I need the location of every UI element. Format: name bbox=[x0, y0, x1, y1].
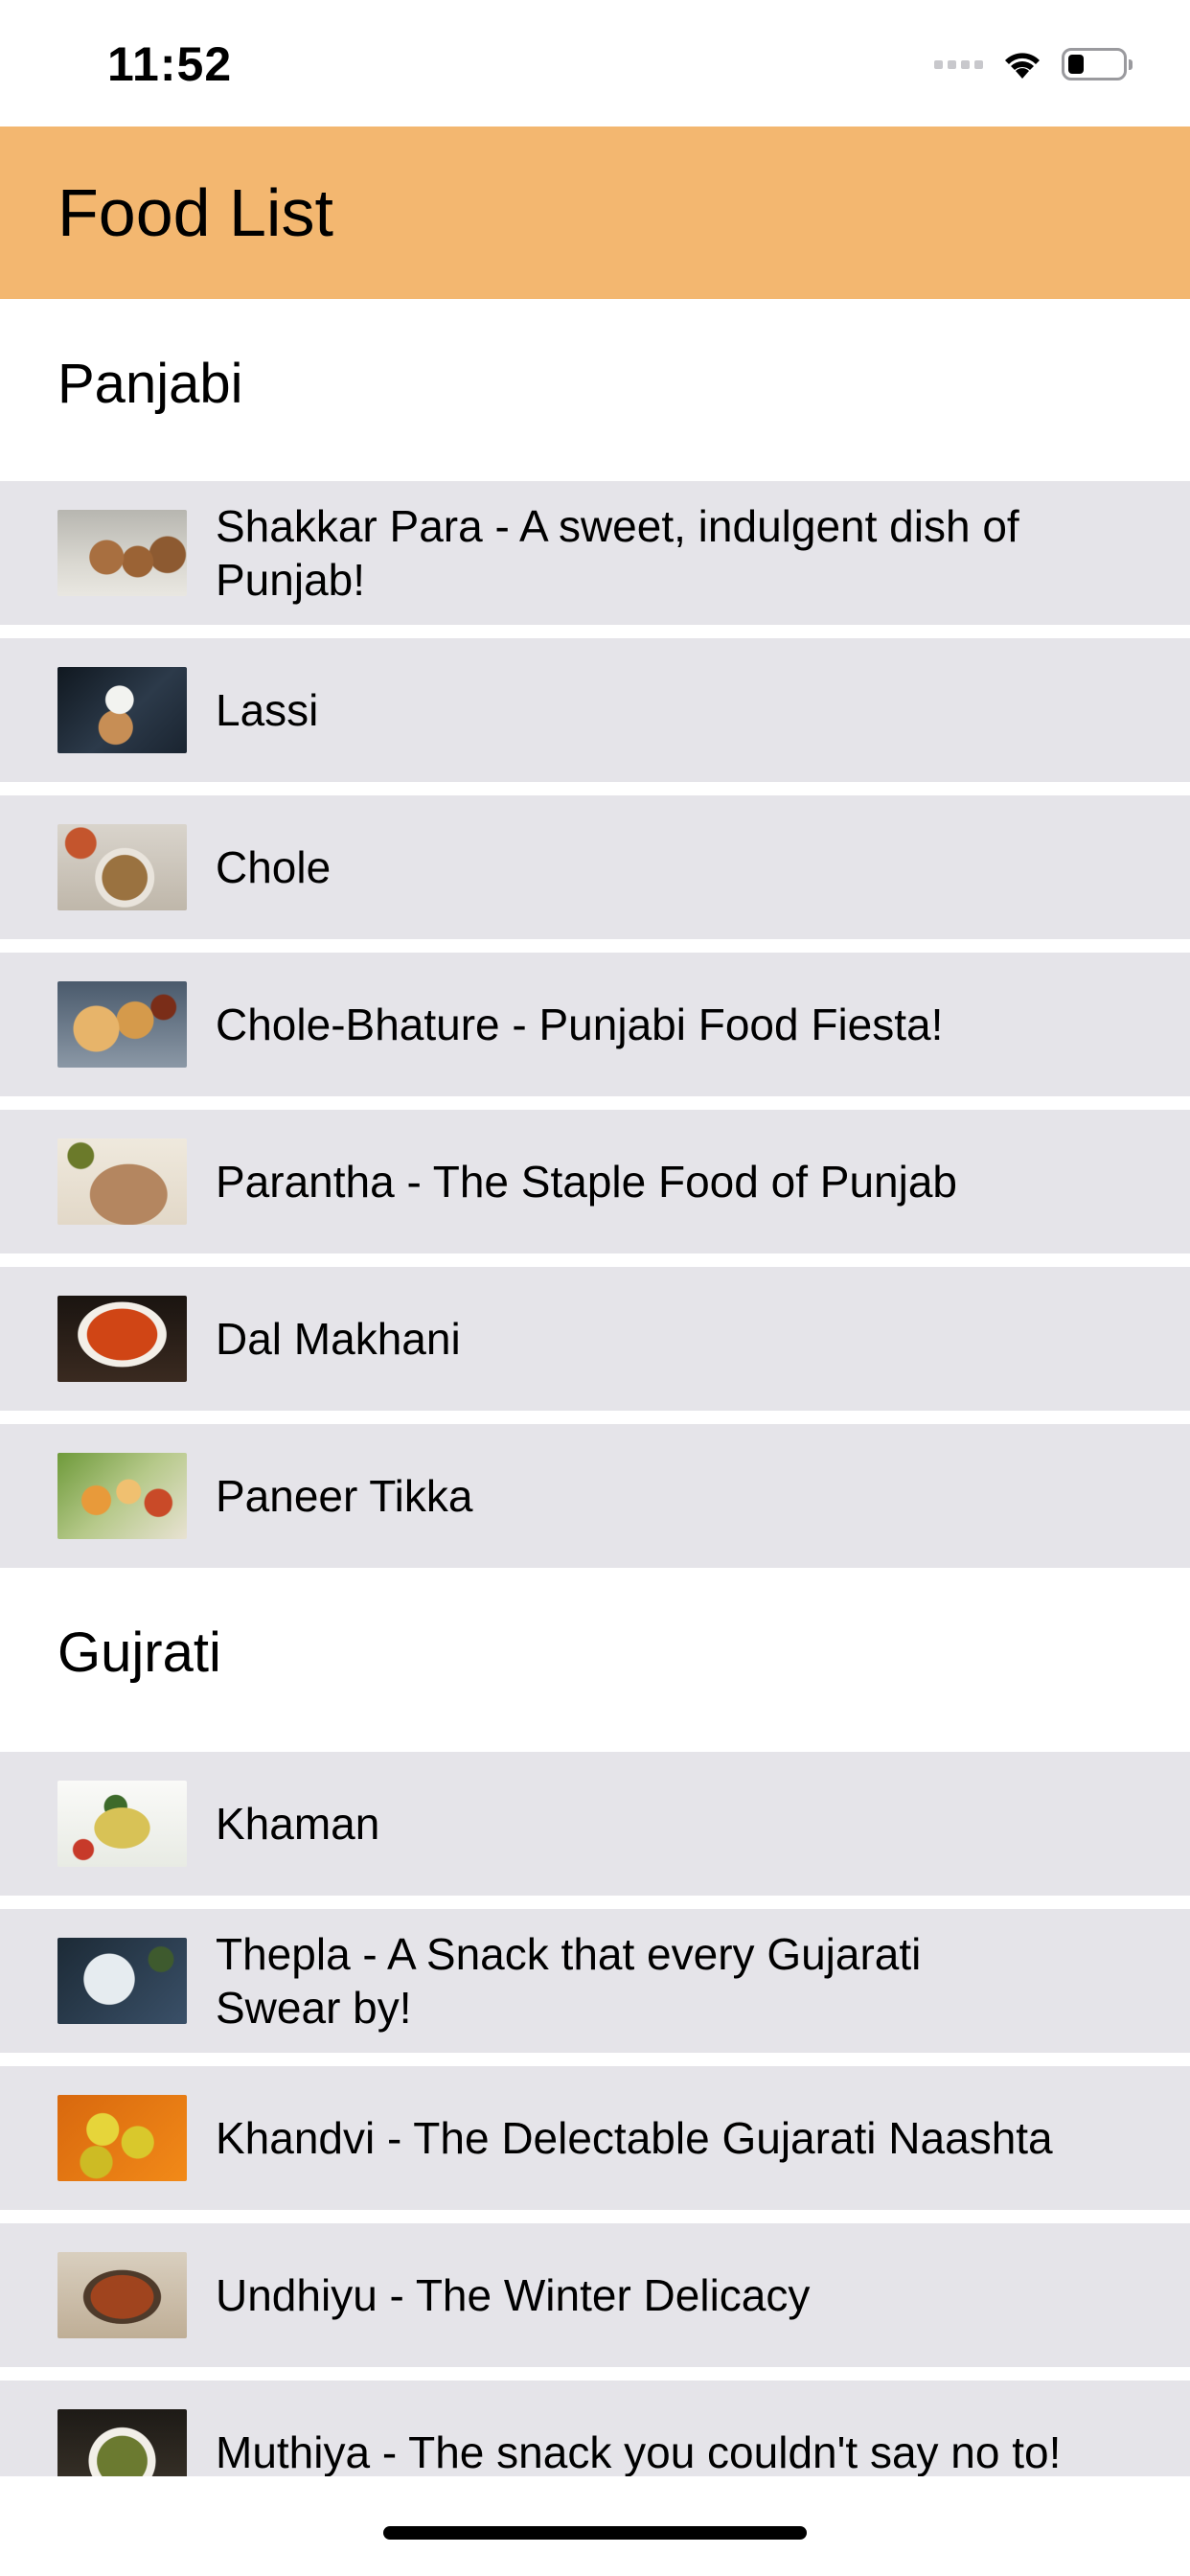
page-title: Food List bbox=[57, 175, 333, 250]
khaman-image bbox=[57, 1781, 187, 1867]
list-item-label: Paneer Tikka bbox=[216, 1471, 473, 1521]
paneer-tikka-image bbox=[57, 1453, 187, 1539]
list-item-label: Undhiyu - The Winter Delicacy bbox=[216, 2270, 811, 2320]
navigation-header: Food List bbox=[0, 126, 1190, 299]
home-indicator-area bbox=[0, 2476, 1190, 2576]
battery-icon bbox=[1062, 48, 1133, 80]
food-list[interactable]: Panjabi Shakkar Para - A sweet, indulgen… bbox=[0, 299, 1190, 2476]
list-item-label: Thepla - A Snack that every Gujarati Swe… bbox=[216, 1929, 922, 2033]
list-item-label: Parantha - The Staple Food of Punjab bbox=[216, 1157, 958, 1207]
list-item[interactable]: Lassi bbox=[0, 638, 1190, 782]
status-time: 11:52 bbox=[107, 37, 233, 91]
section-header-gujrati: Gujrati bbox=[0, 1568, 1190, 1752]
wifi-icon bbox=[1005, 53, 1040, 79]
list-item-label: Muthiya - The snack you couldn't say no … bbox=[216, 2427, 1062, 2476]
chole-bhature-image bbox=[57, 981, 187, 1068]
list-item-label: Khaman bbox=[216, 1799, 380, 1849]
list-item[interactable]: Parantha - The Staple Food of Punjab bbox=[0, 1110, 1190, 1254]
lassi-image bbox=[57, 667, 187, 753]
list-item[interactable]: Khaman bbox=[0, 1752, 1190, 1896]
section-title: Panjabi bbox=[57, 353, 243, 415]
thepla-image bbox=[57, 1938, 187, 2024]
list-item[interactable]: Undhiyu - The Winter Delicacy bbox=[0, 2223, 1190, 2367]
parantha-image bbox=[57, 1138, 187, 1225]
list-item-label: Shakkar Para - A sweet, indulgent dish o… bbox=[216, 501, 1019, 605]
list-item-label: Chole bbox=[216, 842, 332, 892]
list-item-label: Lassi bbox=[216, 685, 319, 735]
khandvi-image bbox=[57, 2095, 187, 2181]
list-item[interactable]: Shakkar Para - A sweet, indulgent dish o… bbox=[0, 481, 1190, 625]
status-bar: 11:52 bbox=[0, 0, 1190, 126]
list-item-label: Chole-Bhature - Punjabi Food Fiesta! bbox=[216, 1000, 944, 1049]
list-item[interactable]: Chole-Bhature - Punjabi Food Fiesta! bbox=[0, 953, 1190, 1096]
undhiyu-image bbox=[57, 2252, 187, 2338]
list-item[interactable]: Muthiya - The snack you couldn't say no … bbox=[0, 2380, 1190, 2476]
section-title: Gujrati bbox=[57, 1622, 221, 1684]
list-item[interactable]: Thepla - A Snack that every Gujarati Swe… bbox=[0, 1909, 1190, 2053]
muthiya-image bbox=[57, 2409, 187, 2476]
list-item[interactable]: Dal Makhani bbox=[0, 1267, 1190, 1411]
cellular-signal-icon bbox=[934, 59, 983, 69]
list-item[interactable]: Paneer Tikka bbox=[0, 1424, 1190, 1568]
chole-image bbox=[57, 824, 187, 910]
list-item-label: Dal Makhani bbox=[216, 1314, 461, 1364]
list-item[interactable]: Khandvi - The Delectable Gujarati Naasht… bbox=[0, 2066, 1190, 2210]
home-indicator[interactable] bbox=[383, 2526, 807, 2540]
battery-level bbox=[1068, 55, 1084, 74]
app-screen: 11:52 Food List Panjabi Shakkar Para - A… bbox=[0, 0, 1190, 2576]
dal-makhani-image bbox=[57, 1296, 187, 1382]
list-item[interactable]: Chole bbox=[0, 795, 1190, 939]
status-icons bbox=[934, 44, 1133, 84]
section-header-panjabi: Panjabi bbox=[0, 299, 1190, 481]
list-item-label: Khandvi - The Delectable Gujarati Naasht… bbox=[216, 2113, 1053, 2163]
shakkar-para-image bbox=[57, 510, 187, 596]
